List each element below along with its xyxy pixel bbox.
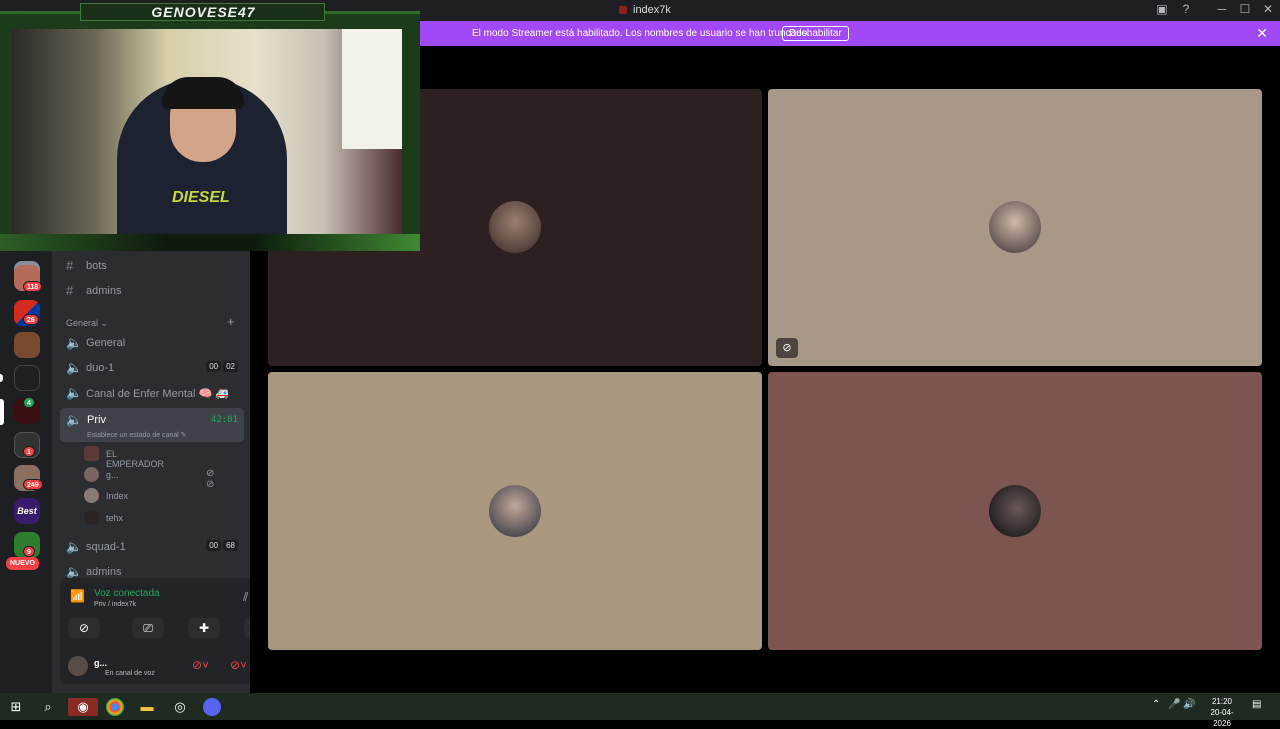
unread-badge: 1 (23, 446, 35, 457)
avatar (84, 488, 99, 503)
unread-badge: 26 (23, 314, 39, 325)
hash-icon: # (66, 283, 74, 298)
signal-icon[interactable]: 📶 (70, 589, 85, 603)
avatar (489, 485, 541, 537)
obs-icon[interactable]: ◎ (171, 698, 189, 716)
banner-message: El modo Streamer está habilitado. Los no… (472, 28, 810, 39)
webcam-overlay: GENOVESE47 DIESEL (0, 3, 420, 251)
voice-channel-general[interactable]: 🔈 General (60, 332, 242, 354)
channel-timer: 42:01 (210, 415, 238, 425)
avatar (84, 467, 99, 482)
microphone-icon[interactable]: 🎤 (1168, 699, 1180, 710)
volume-icon[interactable]: 🔊 (1183, 699, 1195, 710)
close-button[interactable]: ✕ (1258, 2, 1278, 16)
participant-tile[interactable] (268, 372, 762, 650)
speaker-icon: 🔈 (66, 335, 83, 350)
disable-streamer-button[interactable]: Deshabilitar (782, 26, 849, 41)
tray-chevron-up-icon[interactable]: ⌃ (1152, 699, 1160, 710)
mic-muted-icon[interactable]: ⊘˅ (192, 658, 209, 672)
speaker-icon: 🔈 (66, 539, 83, 554)
avatar (84, 510, 99, 525)
shirt-print: DIESEL (172, 189, 230, 206)
file-explorer-icon[interactable]: ▬ (138, 698, 156, 716)
unread-badge: 249 (23, 479, 43, 490)
noise-suppression-icon[interactable]: ⫽ (243, 590, 248, 605)
webcam-frame-bottom (0, 234, 420, 251)
server-icon[interactable]: Best (14, 498, 40, 524)
speaker-icon: 🔈 (66, 360, 83, 375)
activities-icon[interactable]: ✚ (188, 618, 220, 638)
new-badge: NUEVO (6, 557, 39, 570)
voice-status-title: Voz conectada (94, 588, 160, 599)
windows-start-icon[interactable]: ⊞ (7, 698, 25, 716)
participant-tile[interactable]: ⊘ (768, 89, 1262, 366)
voice-channel-enfer-mental[interactable]: 🔈 Canal de Enfer Mental 🧠 🚑 (60, 382, 242, 404)
headphones-deafened-icon[interactable]: ⊘˅ (230, 658, 247, 672)
participant-tile[interactable] (768, 372, 1262, 650)
discord-icon[interactable] (203, 698, 221, 716)
banner-close-icon[interactable]: ✕ (1256, 25, 1268, 42)
notifications-icon[interactable]: ▤ (1252, 699, 1261, 710)
unread-indicator (0, 374, 3, 382)
avatar (989, 485, 1041, 537)
streamer-mode-banner: El modo Streamer está habilitado. Los no… (415, 21, 1280, 46)
share-screen-icon[interactable]: ⎚ (132, 618, 164, 638)
taskbar: ⊞ ⌕ ◉ ▬ ◎ ⌃ 🎤 🔊 21:20 20-04-2026 ▤ (0, 693, 1280, 728)
user-status: En canal de voz (105, 670, 155, 677)
taskbar-app-icon[interactable]: ◉ (68, 698, 98, 716)
chrome-icon[interactable] (106, 698, 124, 716)
search-icon[interactable]: ⌕ (39, 698, 57, 716)
unread-badge: 118 (23, 281, 43, 292)
user-limit: 00 68 (204, 540, 238, 551)
streamer-nameplate: GENOVESE47 (80, 3, 325, 21)
streamer-name: GENOVESE47 (151, 4, 256, 20)
channel-admins[interactable]: # admins (60, 280, 242, 302)
unread-badge: 9 (23, 546, 35, 557)
avatar (489, 201, 541, 253)
server-icon[interactable] (14, 365, 40, 391)
webcam-video: DIESEL (12, 29, 402, 234)
inbox-icon[interactable]: ▣ (1152, 2, 1172, 16)
channel-bots[interactable]: # bots (60, 255, 242, 277)
help-icon[interactable]: ? (1176, 2, 1196, 16)
headphones (162, 77, 244, 109)
window-title: index7k (633, 4, 671, 16)
chevron-down-icon: ⌄ (100, 318, 109, 328)
muted-icon: ⊘ (776, 338, 798, 358)
voice-count-badge: 4 (23, 397, 35, 408)
avatar (84, 446, 99, 461)
maximize-button[interactable]: ☐ (1235, 2, 1255, 16)
server-icon (619, 6, 627, 14)
avatar (989, 201, 1041, 253)
voice-channel-duo-1[interactable]: 🔈 duo-1 00 02 (60, 357, 242, 379)
voice-status-channel[interactable]: Priv / index7k (94, 601, 136, 608)
speaker-icon: 🔈 (66, 385, 83, 400)
avatar[interactable] (68, 656, 88, 676)
door (342, 29, 402, 149)
time: 21:20 (1211, 697, 1233, 706)
selected-indicator (0, 399, 4, 425)
camera-off-icon[interactable]: ⊘ (68, 618, 100, 638)
muted-deafened-icon: ⊘ ⊘ (206, 468, 215, 490)
set-channel-status[interactable]: Establece un estado de canal ✎ (87, 431, 187, 439)
voice-channel-priv-active[interactable]: 🔈 Priv 42:01 Establece un estado de cana… (60, 408, 244, 442)
hash-icon: # (66, 258, 74, 273)
clock[interactable]: 21:20 20-04-2026 (1202, 696, 1242, 729)
username: g... (94, 658, 107, 668)
date: 20-04-2026 (1210, 708, 1234, 728)
add-channel-icon[interactable]: + (227, 314, 235, 329)
category-general[interactable]: General ⌄ (66, 318, 108, 329)
user-limit: 00 02 (204, 361, 238, 372)
speaker-icon: 🔈 (66, 412, 83, 427)
minimize-button[interactable]: ─ (1212, 2, 1232, 16)
voice-channel-squad-1[interactable]: 🔈 squad-1 00 68 (60, 536, 242, 558)
server-icon[interactable] (14, 332, 40, 358)
